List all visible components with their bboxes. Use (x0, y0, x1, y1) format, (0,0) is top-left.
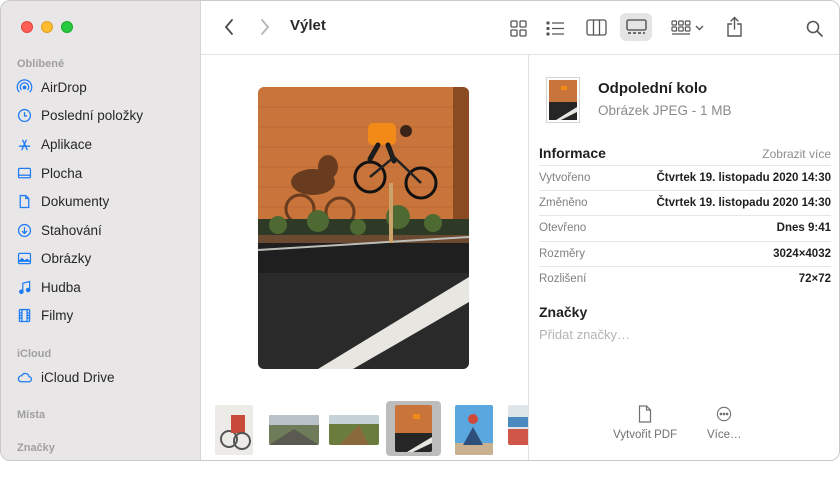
sidebar-item-recents[interactable]: Poslední položky (15, 103, 195, 127)
list-icon (545, 20, 564, 36)
download-icon (15, 221, 34, 240)
sidebar-item-icloud-drive[interactable]: iCloud Drive (15, 365, 195, 389)
share-icon (726, 16, 742, 37)
airdrop-icon (15, 78, 34, 97)
sidebar-item-downloads[interactable]: Stahování (15, 218, 195, 242)
info-row-key: Otevřeno (539, 222, 587, 234)
info-row: Změněno Čtvrtek 19. listopadu 2020 14:30 (539, 190, 831, 215)
desktop-icon (15, 164, 34, 183)
thumbnail[interactable] (215, 405, 253, 455)
document-icon (638, 405, 652, 423)
chevron-down-icon (695, 25, 703, 31)
image-preview[interactable] (258, 87, 469, 369)
info-row-key: Změněno (539, 197, 588, 209)
sidebar-section-favorites: Oblíbené (17, 58, 65, 70)
grid-icon (509, 19, 527, 37)
gallery-area (201, 55, 528, 460)
sidebar-item-label: Obrázky (41, 250, 92, 266)
more-icon (717, 406, 732, 422)
info-row-value: 72×72 (798, 273, 831, 285)
gallery-view-button[interactable] (620, 13, 652, 41)
info-row-key: Rozměry (539, 248, 586, 260)
toolbar: Výlet (201, 1, 839, 55)
sidebar-item-applications[interactable]: Aplikace (15, 132, 195, 156)
sidebar-item-desktop[interactable]: Plocha (15, 161, 195, 185)
thumbnail[interactable] (329, 415, 379, 445)
window-controls (21, 21, 73, 33)
sidebar-item-music[interactable]: Hudba (15, 275, 195, 299)
add-tags-field[interactable]: Přidat značky… (539, 327, 630, 342)
more-label: Více… (707, 429, 742, 441)
sidebar-item-documents[interactable]: Dokumenty (15, 189, 195, 213)
zoom-window-button[interactable] (61, 21, 73, 33)
sidebar-item-label: Plocha (41, 165, 83, 181)
info-row-value: Čtvrtek 19. listopadu 2020 14:30 (656, 172, 832, 184)
cloud-icon (15, 368, 34, 387)
info-row-value: Čtvrtek 19. listopadu 2020 14:30 (656, 197, 832, 209)
document-icon (15, 192, 34, 211)
sidebar-item-label: Stahování (41, 222, 102, 238)
thumbnail-strip (201, 399, 528, 459)
chevron-left-icon (224, 19, 233, 35)
gallery-icon (626, 19, 647, 34)
sidebar-item-label: Poslední položky (41, 107, 144, 123)
search-button[interactable] (803, 17, 825, 39)
sidebar-item-label: Filmy (41, 307, 74, 323)
sidebar-item-label: Aplikace (41, 136, 93, 152)
sidebar-item-label: Dokumenty (41, 193, 110, 209)
music-icon (15, 278, 34, 297)
close-window-button[interactable] (21, 21, 33, 33)
sidebar-item-pictures[interactable]: Obrázky (15, 246, 195, 270)
thumbnail[interactable] (269, 415, 319, 445)
info-row: Rozměry 3024×4032 (539, 241, 831, 266)
show-more-link[interactable]: Zobrazit více (762, 147, 831, 161)
sidebar: Oblíbené AirDrop Poslední položky Aplika… (1, 1, 201, 460)
clock-icon (15, 106, 34, 125)
sidebar-item-movies[interactable]: Filmy (15, 303, 195, 327)
share-button[interactable] (723, 14, 745, 38)
more-button[interactable]: Více… (707, 405, 742, 441)
window-title: Výlet (290, 17, 326, 34)
columns-icon (585, 18, 607, 36)
icon-view-button[interactable] (507, 17, 529, 39)
file-thumbnail-icon (546, 77, 580, 123)
info-row-value: Dnes 9:41 (776, 222, 831, 234)
search-icon (806, 20, 823, 37)
info-row: Rozlišení 72×72 (539, 266, 831, 291)
thumbnail-selected[interactable] (395, 405, 432, 452)
info-row: Otevřeno Dnes 9:41 (539, 215, 831, 240)
sidebar-section-icloud: iCloud (17, 348, 52, 360)
applications-icon (15, 135, 34, 154)
create-pdf-button[interactable]: Vytvořit PDF (613, 405, 677, 441)
tags-heading: Značky (539, 304, 588, 320)
info-row: Vytvořeno Čtvrtek 19. listopadu 2020 14:… (539, 165, 831, 190)
file-kind: Obrázek JPEG - 1 MB (598, 103, 732, 118)
info-heading: Informace (539, 145, 606, 161)
film-icon (15, 306, 34, 325)
sidebar-section-locations: Místa (17, 409, 46, 421)
sidebar-item-label: iCloud Drive (41, 369, 115, 385)
info-row-key: Vytvořeno (539, 172, 591, 184)
back-button[interactable] (219, 17, 239, 37)
finder-window: Oblíbené AirDrop Poslední položky Aplika… (0, 0, 840, 461)
minimize-window-button[interactable] (41, 21, 53, 33)
thumbnail[interactable] (455, 405, 493, 455)
column-view-button[interactable] (584, 16, 608, 38)
sidebar-section-tags: Značky (17, 442, 55, 454)
chevron-right-icon (261, 19, 270, 35)
list-view-button[interactable] (543, 17, 567, 39)
group-by-button[interactable] (667, 17, 707, 39)
forward-button[interactable] (255, 17, 275, 37)
create-pdf-label: Vytvořit PDF (613, 429, 678, 441)
info-row-key: Rozlišení (539, 273, 587, 285)
pictures-icon (15, 249, 34, 268)
sidebar-item-label: AirDrop (41, 79, 87, 95)
sidebar-item-airdrop[interactable]: AirDrop (15, 75, 195, 99)
sidebar-item-label: Hudba (41, 279, 81, 295)
info-panel: Odpolední kolo Obrázek JPEG - 1 MB Infor… (528, 55, 839, 460)
file-name: Odpolední kolo (598, 80, 708, 97)
info-row-value: 3024×4032 (773, 248, 831, 260)
thumbnail[interactable] (508, 405, 528, 445)
group-icon (670, 20, 690, 35)
